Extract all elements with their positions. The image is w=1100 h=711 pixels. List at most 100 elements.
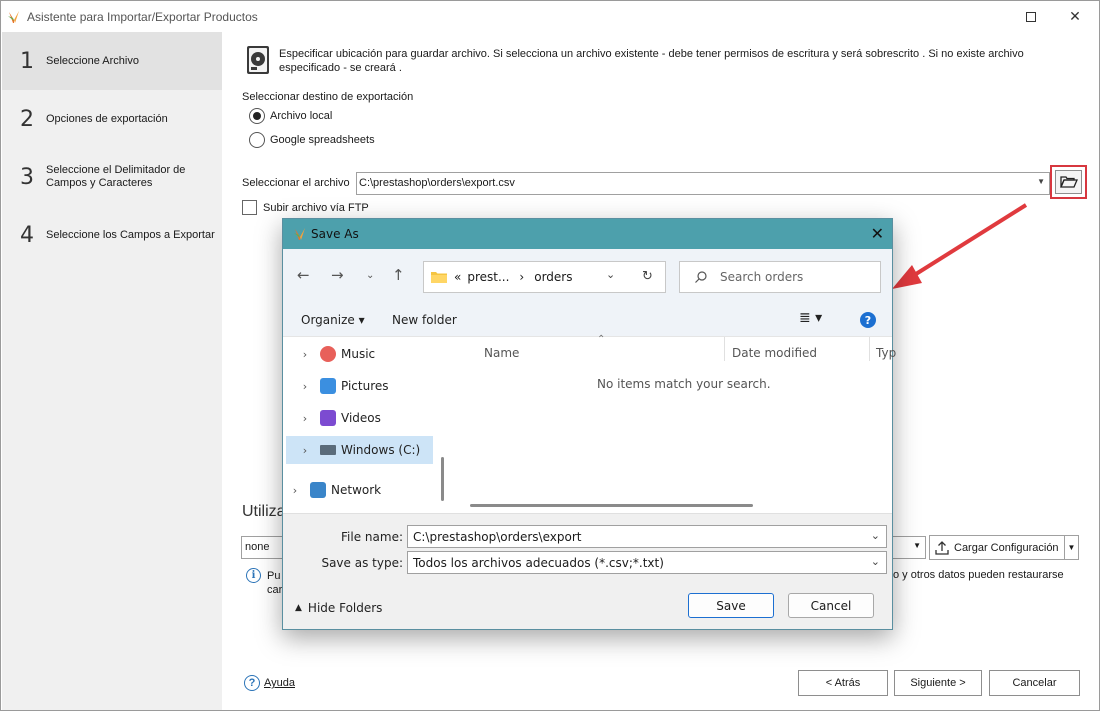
horizontal-scrollbar[interactable] [470, 504, 753, 507]
navigation-pane: › Music › Pictures › Videos › Windows (C… [283, 337, 443, 513]
nav-item-label: Network [331, 483, 382, 497]
configuration-value: none [245, 541, 270, 553]
dialog-cancel-button[interactable]: Cancel [788, 593, 874, 618]
dropdown-arrow-icon: ▼ [913, 541, 921, 550]
step-select-fields[interactable]: 4 Seleccione los Campos a Exportar [2, 206, 222, 264]
breadcrumb-prefix: « [454, 270, 462, 284]
column-header-type[interactable]: Typ [876, 346, 896, 360]
help-icon: ? [244, 675, 260, 691]
search-icon [695, 271, 707, 283]
column-header-date[interactable]: Date modified [732, 346, 817, 360]
view-options-icon[interactable]: ≣ ▾ [799, 310, 822, 326]
window-title: Asistente para Importar/Exportar Product… [27, 9, 258, 24]
save-type-value: Todos los archivos adecuados (*.csv;*.tx… [413, 556, 664, 570]
search-box[interactable]: Search orders [679, 261, 881, 293]
nav-item-label: Windows (C:) [341, 443, 421, 457]
address-dropdown-icon[interactable]: ⌄ [606, 268, 615, 281]
folder-icon [431, 272, 447, 283]
close-button[interactable]: ✕ [1053, 1, 1097, 32]
nav-item-videos[interactable]: › Videos [286, 404, 433, 432]
save-button[interactable]: Save [688, 593, 774, 618]
chevron-right-icon: › [302, 347, 308, 361]
sort-up-icon: ⌃ [597, 334, 606, 345]
save-type-select[interactable]: Todos los archivos adecuados (*.csv;*.tx… [407, 551, 887, 574]
ftp-checkbox[interactable] [242, 200, 257, 215]
title-bar: Asistente para Importar/Exportar Product… [1, 1, 1099, 32]
step-select-file[interactable]: 1 Seleccione Archivo [2, 32, 222, 90]
load-configuration-label: Cargar Configuración [954, 541, 1059, 554]
breadcrumb-item[interactable]: orders [534, 270, 572, 284]
file-name-label: File name: [341, 530, 403, 544]
load-dropdown-arrow-icon[interactable]: ▼ [1064, 536, 1078, 559]
hide-folders-label: Hide Folders [307, 601, 383, 615]
organize-menu[interactable]: Organize ▾ [301, 313, 365, 327]
column-divider [869, 337, 870, 361]
help-link[interactable]: ? Ayuda [244, 675, 295, 691]
column-divider [724, 337, 725, 361]
nav-item-windows-c[interactable]: › Windows (C:) [286, 436, 433, 464]
maximize-button[interactable] [1009, 1, 1053, 32]
disk-icon [247, 46, 269, 74]
nav-scroll-thumb[interactable] [441, 457, 444, 501]
radio-google-sheets[interactable] [249, 132, 265, 148]
dropdown-arrow-icon[interactable]: ⌄ [871, 529, 880, 542]
app-logo-icon [8, 10, 19, 23]
chevron-right-icon: › [292, 483, 298, 497]
file-name-value: C:\prestashop\orders\export [413, 530, 582, 544]
radio-local-file[interactable] [249, 108, 265, 124]
nav-item-pictures[interactable]: › Pictures [286, 372, 433, 400]
next-button[interactable]: Siguiente > [894, 670, 982, 696]
dialog-help-icon[interactable]: ? [860, 312, 876, 328]
back-button[interactable]: < Atrás [798, 670, 888, 696]
dialog-close-icon[interactable]: ✕ [871, 224, 884, 243]
dialog-nav-bar: ← → ⌄ ↑ « prest... › orders ⌄ ↻ Search o… [283, 249, 892, 303]
up-arrow-icon[interactable]: ↑ [392, 266, 405, 284]
forward-arrow-icon[interactable]: → [331, 266, 344, 284]
refresh-icon[interactable]: ↻ [642, 269, 653, 284]
maximize-icon [1026, 11, 1036, 22]
ftp-checkbox-label: Subir archivo vía FTP [263, 202, 369, 214]
music-icon [320, 346, 336, 362]
nav-item-network[interactable]: › Network [276, 476, 423, 504]
configuration-title: Utiliza [242, 503, 286, 520]
step-number: 2 [20, 106, 34, 132]
radio-google-sheets-label: Google spreadsheets [270, 134, 375, 146]
pictures-icon [320, 378, 336, 394]
dropdown-arrow-icon: ▼ [1037, 177, 1045, 186]
info-icon: i [246, 568, 261, 583]
step-label: Seleccione los Campos a Exportar [46, 228, 215, 241]
search-placeholder: Search orders [720, 270, 804, 284]
nav-item-label: Videos [341, 411, 381, 425]
nav-scrollbar[interactable] [434, 337, 454, 513]
step-delimiter[interactable]: 3 Seleccione el Delimitador de Campos y … [2, 148, 222, 206]
file-list-pane: ⌃ Name Date modified Typ No items match … [454, 334, 896, 513]
step-export-options[interactable]: 2 Opciones de exportación [2, 90, 222, 148]
address-bar[interactable]: « prest... › orders ⌄ ↻ [423, 261, 666, 293]
cancel-button[interactable]: Cancelar [989, 670, 1080, 696]
upload-icon [935, 540, 949, 555]
recent-chevron-icon[interactable]: ⌄ [366, 270, 374, 281]
back-arrow-icon[interactable]: ← [297, 266, 310, 284]
dialog-toolbar: Organize ▾ New folder ≣ ▾ ? [283, 303, 892, 337]
help-label: Ayuda [264, 677, 295, 689]
file-name-input[interactable]: C:\prestashop\orders\export ⌄ [407, 525, 887, 548]
dialog-footer: ▲ Hide Folders Save Cancel [283, 579, 892, 629]
empty-message: No items match your search. [597, 377, 771, 391]
nav-item-label: Music [341, 347, 376, 361]
radio-local-file-label: Archivo local [270, 110, 333, 122]
annotation-arrow [892, 203, 1028, 289]
nav-item-music[interactable]: › Music [286, 340, 433, 368]
videos-icon [320, 410, 336, 426]
hide-folders-toggle[interactable]: ▲ Hide Folders [295, 601, 382, 615]
browse-button[interactable] [1055, 170, 1082, 194]
new-folder-button[interactable]: New folder [392, 313, 457, 327]
load-configuration-button[interactable]: Cargar Configuración ▼ [929, 535, 1079, 560]
dialog-title: Save As [311, 227, 359, 241]
breadcrumb-item[interactable]: prest... [467, 270, 509, 284]
wizard-steps-sidebar: 1 Seleccione Archivo 2 Opciones de expor… [2, 32, 222, 710]
file-path-combo[interactable]: C:\prestashop\orders\export.csv ▼ [356, 172, 1050, 195]
column-header-name[interactable]: Name [484, 346, 519, 360]
nav-item-label: Pictures [341, 379, 389, 393]
description-text: Especificar ubicación para guardar archi… [279, 48, 1024, 74]
app-logo-icon [294, 228, 305, 240]
